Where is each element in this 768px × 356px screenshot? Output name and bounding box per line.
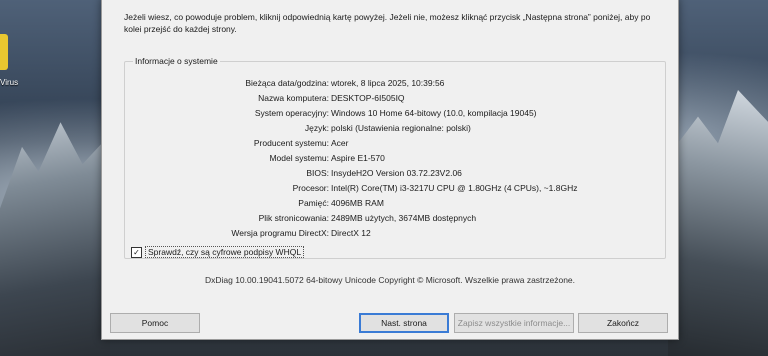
value-model: Aspire E1-570 [331,153,385,163]
whql-checkbox-label[interactable]: Sprawdź, czy są cyfrowe podpisy WHQL [145,246,305,258]
whql-checkbox[interactable]: ✓ [131,246,142,258]
value-memory: 4096MB RAM [331,198,384,208]
row-language: Język: polski (Ustawienia regionalne: po… [125,123,665,137]
row-manufacturer: Producent systemu: Acer [125,138,665,152]
label-processor: Procesor: [292,183,329,193]
row-page-file: Plik stronicowania: 2489MB użytych, 3674… [125,213,665,227]
row-bios: BIOS: InsydeH2O Version 03.72.23V2.06 [125,168,665,182]
system-info-group: Informacje o systemie Bieżąca data/godzi… [124,56,666,259]
label-directx: Wersja programu DirectX: [231,228,329,238]
row-computer-name: Nazwa komputera: DESKTOP-6I505IQ [125,93,665,107]
virus-folder-icon[interactable] [0,34,8,70]
value-os: Windows 10 Home 64-bitowy (10.0, kompila… [331,108,537,118]
label-manufacturer: Producent systemu: [253,138,329,148]
value-manufacturer: Acer [331,138,349,148]
desktop-icon-label[interactable]: Virus [0,78,18,87]
label-os: System operacyjny: [254,108,329,118]
group-title: Informacje o systemie [133,56,220,66]
dxdiag-dialog: Jeżeli wiesz, co powoduje problem, klikn… [101,0,679,340]
label-computer-name: Nazwa komputera: [258,93,329,103]
value-datetime: wtorek, 8 lipca 2025, 10:39:56 [331,78,445,88]
mountain-left [0,122,110,356]
row-processor: Procesor: Intel(R) Core(TM) i3-3217U CPU… [125,183,665,197]
row-directx: Wersja programu DirectX: DirectX 12 [125,228,665,242]
exit-button[interactable]: Zakończ [578,313,668,333]
value-directx: DirectX 12 [331,228,371,238]
label-memory: Pamięć: [298,198,329,208]
value-language: polski (Ustawienia regionalne: polski) [331,123,471,133]
row-os: System operacyjny: Windows 10 Home 64-bi… [125,108,665,122]
label-page-file: Plik stronicowania: [258,213,329,223]
row-datetime: Bieżąca data/godzina: wtorek, 8 lipca 20… [125,78,665,92]
row-memory: Pamięć: 4096MB RAM [125,198,665,212]
label-datetime: Bieżąca data/godzina: [245,78,329,88]
value-page-file: 2489MB użytych, 3674MB dostępnych [331,213,477,223]
whql-checkbox-row[interactable]: ✓ Sprawdź, czy są cyfrowe podpisy WHQL [131,246,305,258]
label-language: Język: [304,123,329,133]
mountain-right [668,90,768,356]
value-computer-name: DESKTOP-6I505IQ [331,93,405,103]
label-bios: BIOS: [306,168,329,178]
copyright-text: DxDiag 10.00.19041.5072 64-bitowy Unicod… [204,275,576,285]
label-model: Model systemu: [269,153,329,163]
save-all-button[interactable]: Zapisz wszystkie informacje... [454,313,574,333]
intro-text: Jeżeli wiesz, co powoduje problem, klikn… [124,12,651,34]
help-button[interactable]: Pomoc [110,313,200,333]
value-processor: Intel(R) Core(TM) i3-3217U CPU @ 1.80GHz… [331,183,578,193]
row-model: Model systemu: Aspire E1-570 [125,153,665,167]
next-page-button[interactable]: Nast. strona [359,313,449,333]
value-bios: InsydeH2O Version 03.72.23V2.06 [331,168,462,178]
